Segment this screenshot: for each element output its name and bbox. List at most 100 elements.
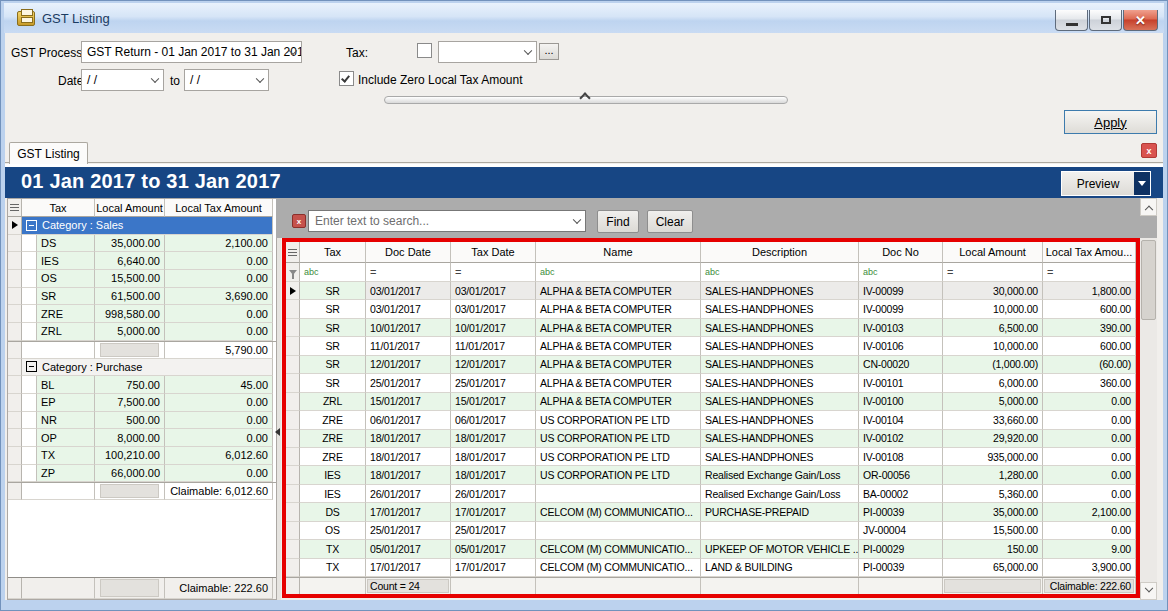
grid-cell[interactable]: SR — [300, 337, 366, 355]
grid-cell[interactable]: SALES-HANDPHONES — [701, 430, 859, 448]
local-tax-amount-cell[interactable]: 0.00 — [165, 465, 273, 483]
grid-cell[interactable]: 0.00 — [1043, 485, 1136, 503]
grid-cell[interactable]: ZRE — [300, 448, 366, 466]
grid-cell[interactable]: LAND & BUILDING — [701, 559, 859, 577]
grid-cell[interactable]: OR-00056 — [859, 466, 943, 484]
grid-cell[interactable]: CELCOM (M) COMMUNICATIO... — [536, 503, 701, 521]
grid-cell[interactable]: 18/01/2017 — [451, 430, 536, 448]
scrollbar-thumb[interactable] — [1141, 240, 1156, 320]
grid-cell[interactable]: US CORPORATION PE LTD — [536, 411, 701, 429]
grid-cell[interactable]: OS — [300, 522, 366, 540]
grid-cell[interactable]: ALPHA & BETA COMPUTER — [536, 337, 701, 355]
group-cell[interactable]: Category : Sales — [22, 217, 273, 235]
table-row[interactable]: SR03/01/201703/01/2017ALPHA & BETA COMPU… — [286, 282, 1136, 300]
grid-cell[interactable]: 06/01/2017 — [366, 411, 451, 429]
grid-cell[interactable]: 2,100.00 — [1043, 503, 1136, 521]
grid-cell[interactable]: 0.00 — [1043, 393, 1136, 411]
table-row[interactable]: ZRE18/01/201718/01/2017US CORPORATION PE… — [286, 430, 1136, 448]
grid-cell[interactable] — [536, 485, 701, 503]
column-header[interactable]: Local Tax Amou... — [1043, 242, 1136, 263]
table-row[interactable]: IES18/01/201718/01/2017US CORPORATION PE… — [286, 466, 1136, 484]
grid-cell[interactable]: IES — [300, 485, 366, 503]
filter-cell[interactable]: abc — [536, 263, 701, 282]
grid-cell[interactable]: ZRE — [300, 430, 366, 448]
preview-button[interactable]: Preview — [1062, 172, 1134, 195]
grid-cell[interactable]: SALES-HANDPHONES — [701, 374, 859, 392]
grid-cell[interactable]: 25/01/2017 — [366, 522, 451, 540]
local-tax-amount-cell[interactable]: 0.00 — [165, 429, 273, 447]
grid-cell[interactable]: 17/01/2017 — [366, 503, 451, 521]
grid-cell[interactable]: 30,000.00 — [943, 282, 1043, 300]
grid-cell[interactable]: IV-00108 — [859, 448, 943, 466]
local-tax-amount-cell[interactable]: 6,012.60 — [165, 447, 273, 465]
grid-cell[interactable]: TX — [300, 540, 366, 558]
grid-cell[interactable]: SR — [300, 282, 366, 300]
grid-cell[interactable]: UPKEEP OF MOTOR VEHICLE ... — [701, 540, 859, 558]
grid-cell[interactable]: 0.00 — [1043, 430, 1136, 448]
column-header[interactable]: Tax Date — [451, 242, 536, 263]
grid-cell[interactable]: US CORPORATION PE LTD — [536, 448, 701, 466]
grid-cell[interactable]: 18/01/2017 — [451, 466, 536, 484]
table-row[interactable]: OP8,000.000.00 — [8, 429, 276, 447]
local-tax-amount-cell[interactable]: 0.00 — [165, 252, 273, 270]
grid-cell[interactable] — [701, 522, 859, 540]
grid-cell[interactable]: US CORPORATION PE LTD — [536, 430, 701, 448]
tax-cell[interactable]: SR — [37, 288, 95, 306]
grid-cell[interactable]: SALES-HANDPHONES — [701, 356, 859, 374]
tax-cell[interactable]: BL — [37, 376, 95, 394]
filter-indicator-cell[interactable] — [286, 263, 300, 282]
grid-cell[interactable]: ALPHA & BETA COMPUTER — [536, 374, 701, 392]
local-tax-amount-cell[interactable]: 0.00 — [165, 323, 273, 341]
table-row[interactable]: ZRL5,000.000.00 — [8, 323, 276, 341]
local-amount-cell[interactable]: 66,000.00 — [95, 465, 165, 483]
table-row[interactable]: IES6,640.000.00 — [8, 252, 276, 270]
row-indicator-cell[interactable] — [8, 199, 22, 217]
grid-cell[interactable]: 6,000.00 — [943, 374, 1043, 392]
local-amount-cell[interactable]: 500.00 — [95, 412, 165, 430]
grid-cell[interactable]: 10/01/2017 — [366, 319, 451, 337]
clear-button[interactable]: Clear — [647, 210, 693, 233]
close-button[interactable]: ✕ — [1123, 10, 1158, 31]
local-amount-cell[interactable]: 15,500.00 — [95, 270, 165, 288]
grid-cell[interactable]: ALPHA & BETA COMPUTER — [536, 300, 701, 318]
grid-cell[interactable]: IV-00099 — [859, 300, 943, 318]
table-row[interactable]: ZRE18/01/201718/01/2017US CORPORATION PE… — [286, 448, 1136, 466]
scroll-down-button[interactable] — [1140, 582, 1157, 600]
grid-cell[interactable]: 17/01/2017 — [366, 559, 451, 577]
grid-cell[interactable]: CELCOM (M) COMMUNICATIO... — [536, 540, 701, 558]
grid-cell[interactable]: 0.00 — [1043, 466, 1136, 484]
tax-cell[interactable]: TX — [37, 447, 95, 465]
grid-cell[interactable]: 25/01/2017 — [451, 374, 536, 392]
table-row[interactable]: SR11/01/201711/01/2017ALPHA & BETA COMPU… — [286, 337, 1136, 355]
grid-cell[interactable]: 1,280.00 — [943, 466, 1043, 484]
titlebar[interactable]: GST Listing ✕ — [4, 3, 1164, 33]
grid-cell[interactable]: IV-00103 — [859, 319, 943, 337]
grid-cell[interactable]: 05/01/2017 — [366, 540, 451, 558]
local-tax-amount-cell[interactable]: 0.00 — [165, 305, 273, 323]
grid-cell[interactable]: 18/01/2017 — [366, 430, 451, 448]
local-amount-cell[interactable]: 61,500.00 — [95, 288, 165, 306]
tab-close-button[interactable]: x — [1141, 143, 1157, 158]
local-tax-amount-cell[interactable]: 0.00 — [165, 270, 273, 288]
find-button[interactable]: Find — [597, 210, 639, 233]
scroll-up-button[interactable] — [1140, 198, 1157, 216]
local-amount-cell[interactable]: 6,640.00 — [95, 252, 165, 270]
grid-cell[interactable]: US CORPORATION PE LTD — [536, 466, 701, 484]
tax-combo[interactable] — [438, 41, 537, 63]
table-row[interactable]: NR500.000.00 — [8, 412, 276, 430]
local-tax-amount-cell[interactable]: 0.00 — [165, 394, 273, 412]
tax-cell[interactable]: NR — [37, 412, 95, 430]
grid-cell[interactable]: 9.00 — [1043, 540, 1136, 558]
grid-cell[interactable]: 360.00 — [1043, 374, 1136, 392]
grid-cell[interactable]: 17/01/2017 — [451, 559, 536, 577]
preview-dropdown-button[interactable] — [1134, 172, 1150, 195]
grid-cell[interactable]: PI-00039 — [859, 559, 943, 577]
grid-cell[interactable]: 5,360.00 — [943, 485, 1043, 503]
grid-cell[interactable]: 3,900.00 — [1043, 559, 1136, 577]
grid-cell[interactable]: SR — [300, 319, 366, 337]
grid-cell[interactable]: 03/01/2017 — [451, 300, 536, 318]
tax-cell[interactable]: EP — [37, 394, 95, 412]
tax-browse-button[interactable]: ... — [539, 43, 559, 60]
grid-cell[interactable] — [536, 522, 701, 540]
grid-cell[interactable]: 10,000.00 — [943, 300, 1043, 318]
